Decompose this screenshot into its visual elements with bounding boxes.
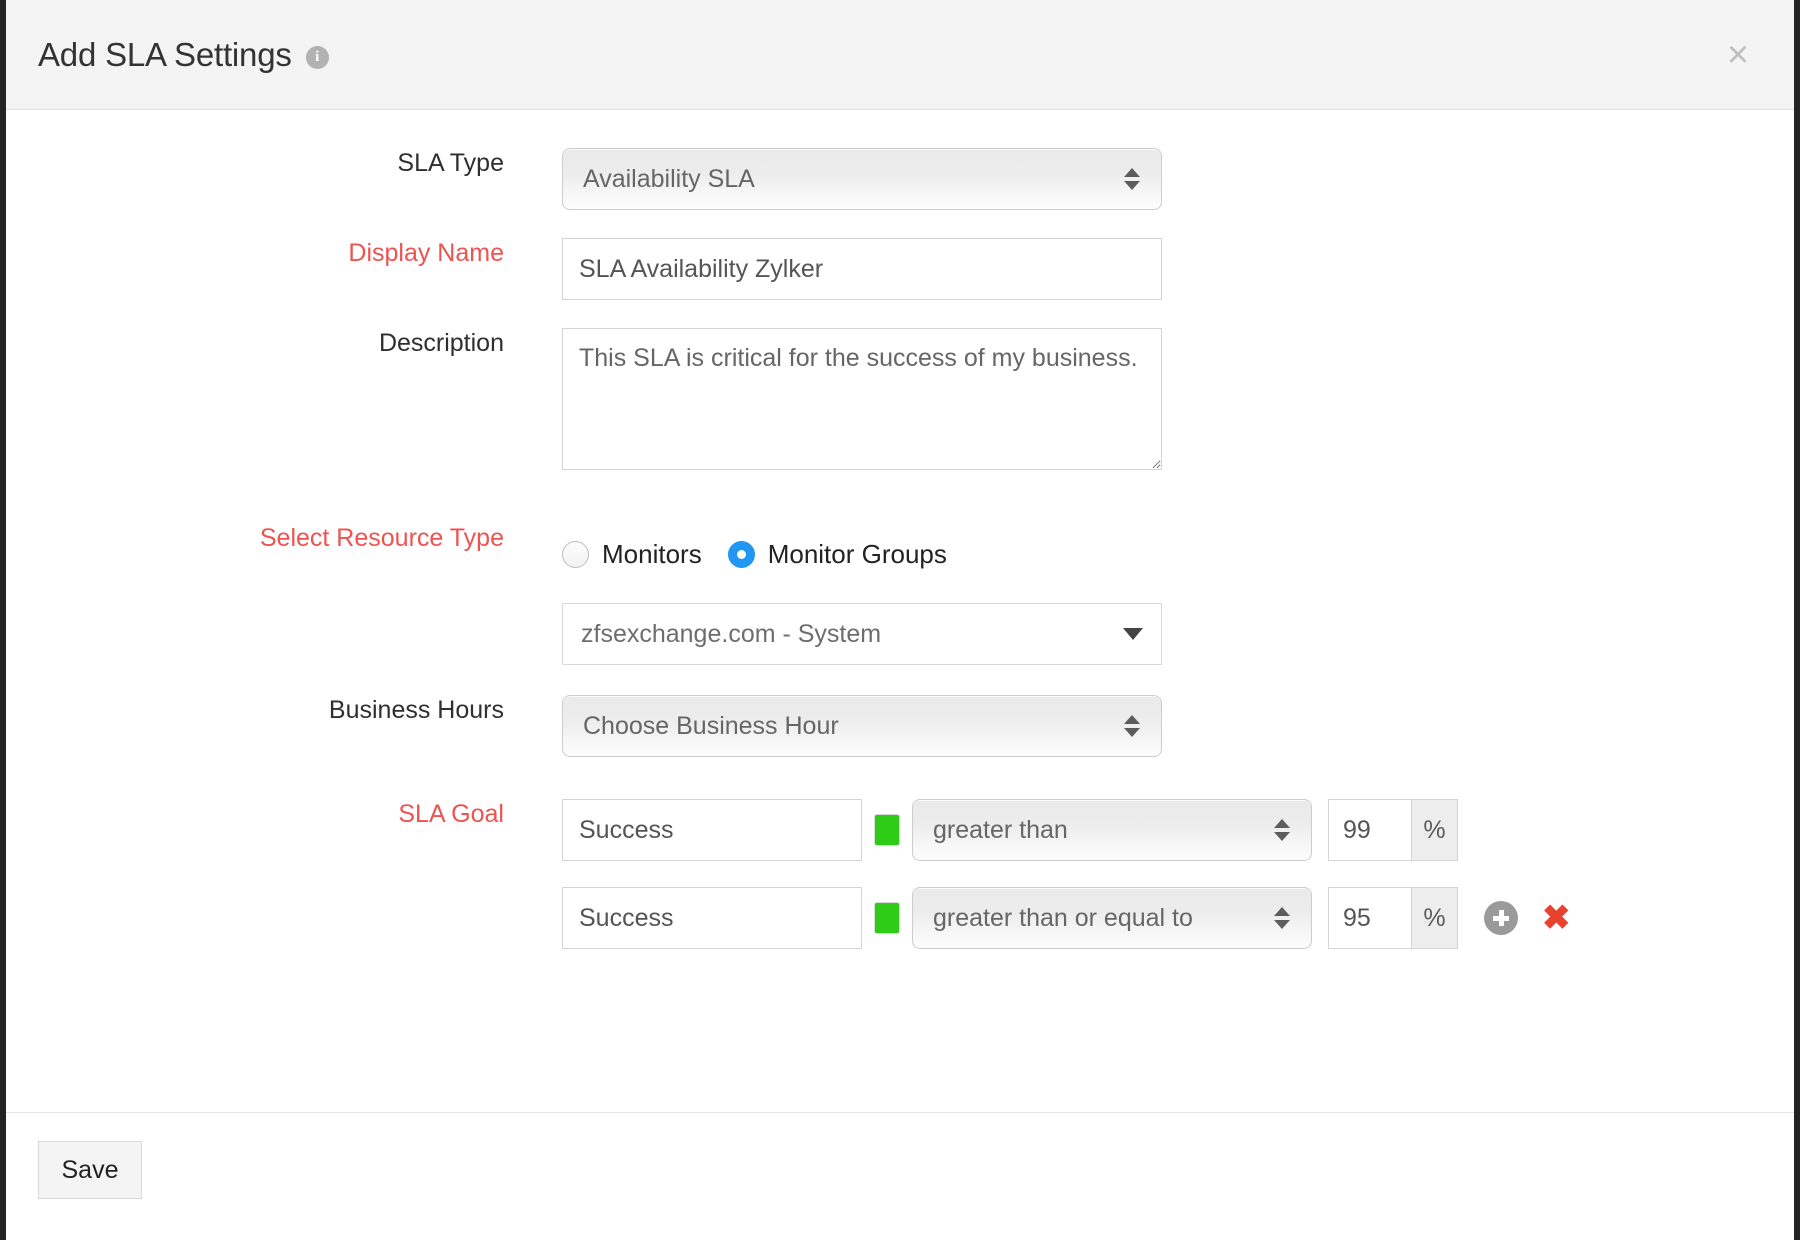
chevron-updown-icon xyxy=(1123,168,1141,190)
sla-goal-row: greater than % xyxy=(562,799,1794,861)
sla-type-label: SLA Type xyxy=(6,148,562,178)
form-row-monitor-group: zfsexchange.com - System xyxy=(6,603,1794,665)
display-name-input[interactable] xyxy=(562,238,1162,300)
goal-color-swatch-1[interactable] xyxy=(874,814,900,846)
monitor-group-value: zfsexchange.com - System xyxy=(581,620,1123,649)
description-textarea[interactable] xyxy=(562,328,1162,470)
monitor-group-select[interactable]: zfsexchange.com - System xyxy=(562,603,1162,665)
form-row-resource-type: Select Resource Type Monitors Monitor Gr… xyxy=(6,523,1794,585)
goal-status-input-1[interactable] xyxy=(562,799,862,861)
business-hours-value: Choose Business Hour xyxy=(583,712,1123,741)
dialog-body: SLA Type Availability SLA Display Name D… xyxy=(6,110,1794,1112)
chevron-updown-icon xyxy=(1123,715,1141,737)
goal-status-input-2[interactable] xyxy=(562,887,862,949)
chevron-down-icon xyxy=(1123,628,1143,640)
sla-goal-row: greater than or equal to % ✖ xyxy=(562,887,1794,949)
page-edge-left xyxy=(0,0,6,1240)
goal-unit-1: % xyxy=(1411,800,1457,860)
radio-icon-monitor-groups[interactable] xyxy=(728,541,755,568)
sla-type-value: Availability SLA xyxy=(583,165,1123,194)
radio-icon-monitors[interactable] xyxy=(562,541,589,568)
form-row-sla-goal: SLA Goal greater than % xyxy=(6,799,1794,861)
radio-label-monitors: Monitors xyxy=(602,539,702,570)
monitor-group-control: zfsexchange.com - System xyxy=(562,603,1794,665)
form-row-sla-goal-2: greater than or equal to % ✖ xyxy=(6,887,1794,949)
form-row-description: Description xyxy=(6,328,1794,475)
page-title: Add SLA Settings xyxy=(38,38,292,71)
goal-threshold-wrap-1: % xyxy=(1328,799,1458,861)
business-hours-select[interactable]: Choose Business Hour xyxy=(562,695,1162,757)
sla-type-control: Availability SLA xyxy=(562,148,1794,210)
add-sla-settings-dialog: Add SLA Settings i × SLA Type Availabili… xyxy=(6,0,1794,1240)
sla-type-select[interactable]: Availability SLA xyxy=(562,148,1162,210)
radio-label-monitor-groups: Monitor Groups xyxy=(768,539,947,570)
description-control xyxy=(562,328,1794,475)
resource-type-label: Select Resource Type xyxy=(6,523,562,553)
sla-goal-row-actions: ✖ xyxy=(1484,901,1571,935)
business-hours-control: Choose Business Hour xyxy=(562,695,1794,757)
goal-operator-select-2[interactable]: greater than or equal to xyxy=(912,887,1312,949)
form-row-display-name: Display Name xyxy=(6,238,1794,300)
goal-threshold-input-1[interactable] xyxy=(1329,800,1411,860)
display-name-label: Display Name xyxy=(6,238,562,268)
goal-unit-2: % xyxy=(1411,888,1457,948)
radio-option-monitor-groups[interactable]: Monitor Groups xyxy=(728,539,947,570)
business-hours-label: Business Hours xyxy=(6,695,562,725)
dialog-footer: Save xyxy=(6,1112,1794,1240)
resource-type-radio-group: Monitors Monitor Groups xyxy=(562,523,1794,585)
chevron-updown-icon xyxy=(1273,819,1291,841)
goal-threshold-wrap-2: % xyxy=(1328,887,1458,949)
delete-goal-row-icon[interactable]: ✖ xyxy=(1542,901,1571,935)
dialog-header: Add SLA Settings i × xyxy=(6,0,1794,110)
sla-goal-control: greater than % xyxy=(562,799,1794,861)
goal-operator-value-1: greater than xyxy=(933,816,1273,845)
sla-goal-label: SLA Goal xyxy=(6,799,562,829)
display-name-control xyxy=(562,238,1794,300)
chevron-updown-icon xyxy=(1273,907,1291,929)
sla-goal-control-2: greater than or equal to % ✖ xyxy=(562,887,1794,949)
info-icon[interactable]: i xyxy=(306,46,329,69)
close-icon[interactable]: × xyxy=(1718,35,1758,75)
description-label: Description xyxy=(6,328,562,358)
goal-threshold-input-2[interactable] xyxy=(1329,888,1411,948)
resource-type-control: Monitors Monitor Groups xyxy=(562,523,1794,585)
save-button[interactable]: Save xyxy=(38,1141,142,1199)
goal-operator-value-2: greater than or equal to xyxy=(933,904,1273,933)
radio-option-monitors[interactable]: Monitors xyxy=(562,539,702,570)
goal-operator-select-1[interactable]: greater than xyxy=(912,799,1312,861)
form-row-business-hours: Business Hours Choose Business Hour xyxy=(6,695,1794,757)
add-goal-row-icon[interactable] xyxy=(1484,901,1518,935)
form-row-sla-type: SLA Type Availability SLA xyxy=(6,148,1794,210)
page-edge-right xyxy=(1794,0,1800,1240)
goal-color-swatch-2[interactable] xyxy=(874,902,900,934)
